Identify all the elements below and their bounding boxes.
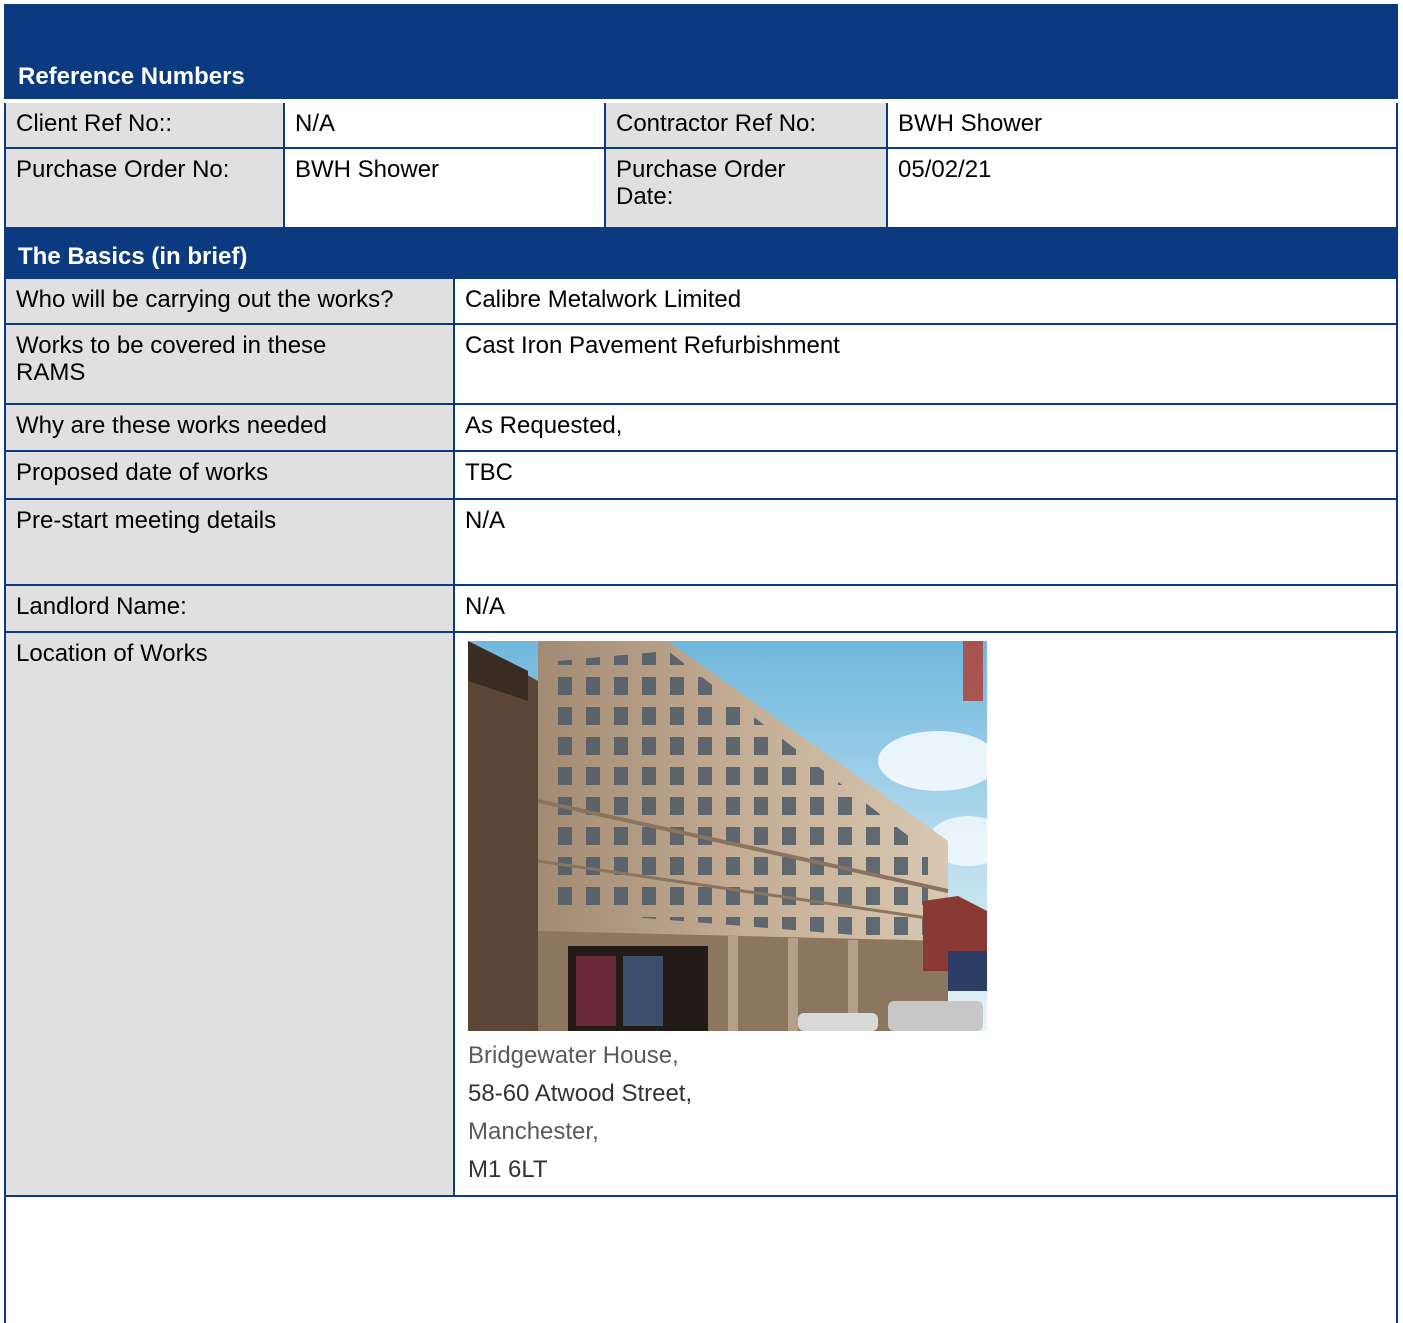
po-number-value: BWH Shower bbox=[285, 149, 606, 229]
basics-header: The Basics (in brief) bbox=[4, 229, 1398, 279]
basics-row-landlord: Landlord Name: N/A bbox=[4, 586, 1398, 633]
contractor-value: Calibre Metalwork Limited bbox=[455, 279, 1398, 325]
po-date-value: 05/02/21 bbox=[888, 149, 1398, 229]
basics-title: The Basics (in brief) bbox=[18, 243, 248, 270]
why-value: As Requested, bbox=[455, 405, 1398, 452]
location-address: Bridgewater House, 58-60 Atwood Street, … bbox=[468, 1037, 1386, 1189]
basics-row-works: Works to be covered in these RAMS Cast I… bbox=[4, 325, 1398, 405]
address-line-4: M1 6LT bbox=[468, 1156, 548, 1183]
reference-numbers-header: Reference Numbers bbox=[4, 4, 1398, 99]
reference-row-2: Purchase Order No: BWH Shower Purchase O… bbox=[4, 149, 1398, 229]
client-ref-value: N/A bbox=[285, 103, 606, 149]
works-label: Works to be covered in these RAMS bbox=[4, 325, 455, 405]
basics-row-date: Proposed date of works TBC bbox=[4, 452, 1398, 500]
contractor-ref-value: BWH Shower bbox=[888, 103, 1398, 149]
rams-form: Reference Numbers Client Ref No:: N/A Co… bbox=[4, 4, 1398, 1323]
landlord-label: Landlord Name: bbox=[4, 586, 455, 633]
location-label: Location of Works bbox=[4, 633, 455, 1197]
building-photo bbox=[468, 641, 987, 1031]
proposed-date-label: Proposed date of works bbox=[4, 452, 455, 500]
proposed-date-value: TBC bbox=[455, 452, 1398, 500]
why-label: Why are these works needed bbox=[4, 405, 455, 452]
contractor-ref-label: Contractor Ref No: bbox=[606, 103, 888, 149]
address-line-1: Bridgewater House, bbox=[468, 1042, 679, 1069]
empty-section bbox=[4, 1197, 1398, 1323]
prestart-value: N/A bbox=[455, 500, 1398, 586]
reference-row-1: Client Ref No:: N/A Contractor Ref No: B… bbox=[4, 103, 1398, 149]
works-value: Cast Iron Pavement Refurbishment bbox=[455, 325, 1398, 405]
basics-row-contractor: Who will be carrying out the works? Cali… bbox=[4, 279, 1398, 325]
po-date-label: Purchase Order Date: bbox=[606, 149, 888, 229]
po-number-label: Purchase Order No: bbox=[4, 149, 285, 229]
address-line-2: 58-60 Atwood Street, bbox=[468, 1080, 693, 1107]
contractor-label: Who will be carrying out the works? bbox=[4, 279, 455, 325]
prestart-label: Pre-start meeting details bbox=[4, 500, 455, 586]
reference-numbers-title: Reference Numbers bbox=[18, 63, 245, 90]
landlord-value: N/A bbox=[455, 586, 1398, 633]
basics-row-prestart: Pre-start meeting details N/A bbox=[4, 500, 1398, 586]
address-line-3: Manchester, bbox=[468, 1118, 599, 1145]
basics-row-why: Why are these works needed As Requested, bbox=[4, 405, 1398, 452]
client-ref-label: Client Ref No:: bbox=[4, 103, 285, 149]
